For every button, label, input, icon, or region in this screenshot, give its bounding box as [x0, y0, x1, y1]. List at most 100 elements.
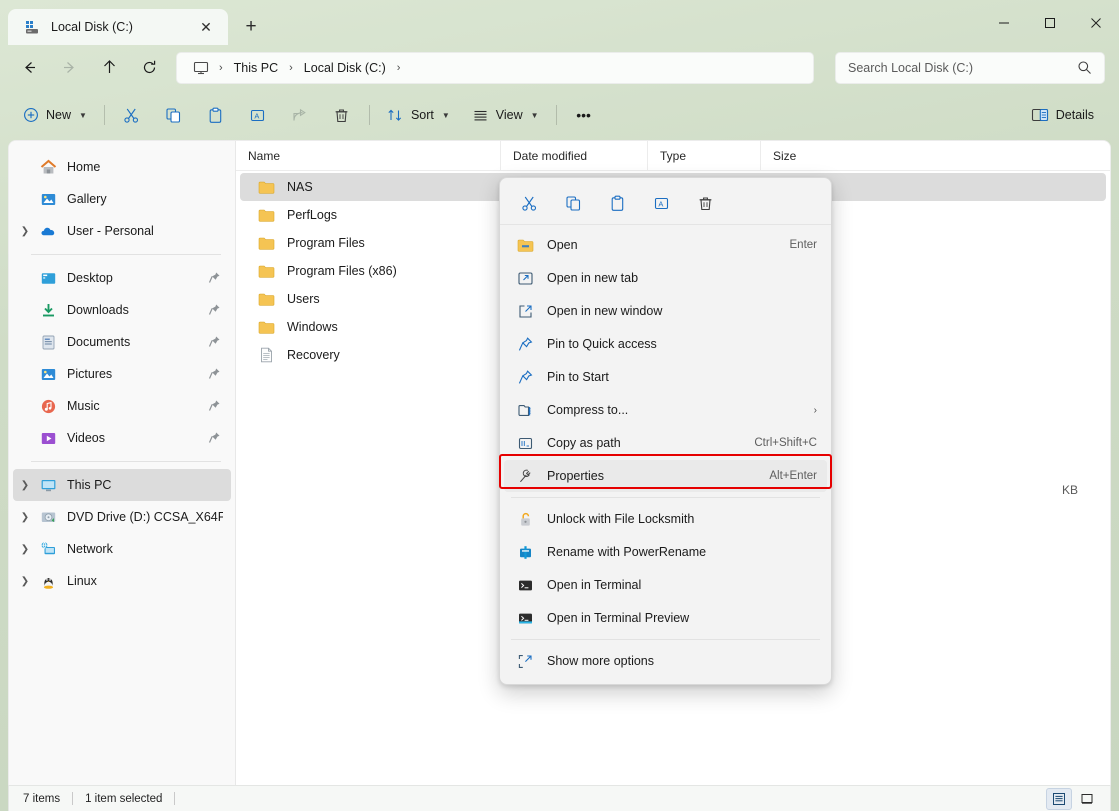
- breadcrumb-item-local-disk-c[interactable]: Local Disk (C:): [297, 57, 393, 79]
- context-menu-item-unlock-with-file-locksmith[interactable]: Unlock with File Locksmith: [504, 503, 827, 535]
- copy-button[interactable]: [155, 99, 193, 131]
- sidebar-item-this-pc[interactable]: ❯ This PC: [13, 469, 231, 501]
- forward-button[interactable]: [52, 52, 86, 84]
- details-view-icon: [1052, 792, 1066, 806]
- pin-icon[interactable]: [208, 367, 221, 380]
- new-button[interactable]: New ▼: [14, 99, 96, 131]
- close-window-button[interactable]: [1073, 0, 1119, 45]
- context-menu-item-pin-to-start[interactable]: Pin to Start: [504, 361, 827, 393]
- refresh-button[interactable]: [132, 52, 166, 84]
- pin-icon[interactable]: [208, 431, 221, 444]
- view-button[interactable]: View ▼: [463, 99, 548, 131]
- pin-icon[interactable]: [208, 271, 221, 284]
- context-menu-item-properties[interactable]: Properties Alt+Enter: [504, 460, 827, 492]
- chevron-right-icon[interactable]: ❯: [13, 480, 37, 491]
- context-menu-item-pin-to-quick-access[interactable]: Pin to Quick access: [504, 328, 827, 360]
- sidebar-item-dvd-drive[interactable]: ❯ DVD Drive (D:) CCSA_X64FRE_EN-: [13, 501, 231, 533]
- breadcrumb-item-this-pc[interactable]: This PC: [227, 57, 285, 79]
- rename-button[interactable]: A: [642, 188, 680, 220]
- new-button-label: New: [46, 108, 71, 122]
- breadcrumb-separator-trailing[interactable]: ›: [393, 62, 405, 74]
- sidebar-item-downloads[interactable]: Downloads: [13, 294, 231, 326]
- maximize-button[interactable]: [1027, 0, 1073, 45]
- context-menu-item-rename-with-powerrename[interactable]: Rename with PowerRename: [504, 536, 827, 568]
- details-view-button[interactable]: [1046, 788, 1072, 810]
- rename-icon: A: [249, 107, 266, 124]
- sidebar-divider: [31, 254, 221, 255]
- context-menu-label: Rename with PowerRename: [547, 545, 817, 559]
- context-menu-accelerator: Alt+Enter: [769, 470, 817, 482]
- trash-icon: [333, 107, 350, 124]
- rename-button[interactable]: A: [239, 99, 277, 131]
- delete-button[interactable]: [323, 99, 361, 131]
- chevron-right-icon[interactable]: ❯: [13, 576, 37, 587]
- sidebar-item-user-personal[interactable]: ❯ User - Personal: [13, 215, 231, 247]
- column-header-size[interactable]: Size: [760, 141, 840, 171]
- pin-icon[interactable]: [208, 399, 221, 412]
- sidebar-item-videos[interactable]: Videos: [13, 422, 231, 454]
- context-menu-item-open-in-new-window[interactable]: Open in new window: [504, 295, 827, 327]
- context-menu-accelerator: Ctrl+Shift+C: [754, 437, 817, 449]
- back-button[interactable]: [12, 52, 46, 84]
- up-button[interactable]: [92, 52, 126, 84]
- chevron-right-icon[interactable]: ❯: [13, 544, 37, 555]
- pin-icon[interactable]: [208, 335, 221, 348]
- scissors-icon: [123, 107, 140, 124]
- context-menu-item-copy-as-path[interactable]: Copy as path Ctrl+Shift+C: [504, 427, 827, 459]
- more-options-button[interactable]: •••: [565, 99, 603, 131]
- context-menu-item-show-more-options[interactable]: Show more options: [504, 645, 827, 677]
- copy-button[interactable]: [554, 188, 592, 220]
- sidebar-item-home[interactable]: Home: [13, 151, 231, 183]
- minimize-button[interactable]: [981, 0, 1027, 45]
- file-name: NAS: [287, 180, 313, 194]
- sidebar-item-documents[interactable]: Documents: [13, 326, 231, 358]
- context-menu-item-open[interactable]: Open Enter: [504, 229, 827, 261]
- context-menu-accelerator: Enter: [790, 239, 818, 251]
- sidebar-item-pictures[interactable]: Pictures: [13, 358, 231, 390]
- sidebar-item-desktop[interactable]: Desktop: [13, 262, 231, 294]
- this-pc-root-icon[interactable]: [187, 57, 215, 79]
- tab-local-disk-c[interactable]: Local Disk (C:) ✕: [8, 9, 228, 45]
- delete-button[interactable]: [686, 188, 724, 220]
- cut-button[interactable]: [510, 188, 548, 220]
- close-tab-icon[interactable]: ✕: [194, 15, 218, 39]
- sidebar-item-linux[interactable]: ❯ Linux: [13, 565, 231, 597]
- sidebar-item-gallery[interactable]: Gallery: [13, 183, 231, 215]
- sidebar-item-network[interactable]: ❯ Network: [13, 533, 231, 565]
- chevron-right-icon[interactable]: ❯: [13, 226, 37, 237]
- large-icons-view-button[interactable]: [1074, 788, 1100, 810]
- column-header-type[interactable]: Type: [647, 141, 760, 171]
- large-icons-view-icon: [1080, 792, 1094, 806]
- context-menu-item-open-in-terminal[interactable]: Open in Terminal: [504, 569, 827, 601]
- paste-button[interactable]: [197, 99, 235, 131]
- search-icon[interactable]: [1077, 60, 1092, 75]
- chevron-down-icon: ▼: [79, 111, 87, 120]
- new-tab-button[interactable]: +: [234, 12, 268, 42]
- search-input[interactable]: Search Local Disk (C:): [848, 61, 1077, 75]
- desktop-icon: [37, 270, 59, 287]
- address-bar[interactable]: › This PC › Local Disk (C:) ›: [176, 52, 814, 84]
- chevron-right-icon[interactable]: ❯: [13, 512, 37, 523]
- sidebar-item-music[interactable]: Music: [13, 390, 231, 422]
- cut-button[interactable]: [113, 99, 151, 131]
- folder-icon: [258, 264, 278, 279]
- details-pane-button[interactable]: Details: [1022, 99, 1103, 131]
- paste-button[interactable]: [598, 188, 636, 220]
- column-header-name[interactable]: Name: [236, 141, 500, 171]
- item-count-label: 7 items: [23, 793, 60, 805]
- context-menu-item-open-in-terminal-preview[interactable]: Open in Terminal Preview: [504, 602, 827, 634]
- terminal-icon: [515, 577, 535, 594]
- context-menu-item-compress-to[interactable]: Compress to... ›: [504, 394, 827, 426]
- view-list-icon: [472, 107, 489, 124]
- pin-icon[interactable]: [208, 303, 221, 316]
- sort-button[interactable]: Sort ▼: [378, 99, 459, 131]
- context-menu-item-open-in-new-tab[interactable]: Open in new tab: [504, 262, 827, 294]
- file-name: Users: [287, 292, 320, 306]
- context-menu-divider: [511, 639, 820, 640]
- breadcrumb: › This PC › Local Disk (C:) ›: [187, 53, 404, 83]
- wrench-icon: [515, 468, 535, 485]
- folder-open-icon: [515, 238, 535, 253]
- column-header-date-modified[interactable]: Date modified: [500, 141, 647, 171]
- share-button[interactable]: [281, 99, 319, 131]
- search-box[interactable]: Search Local Disk (C:): [835, 52, 1105, 84]
